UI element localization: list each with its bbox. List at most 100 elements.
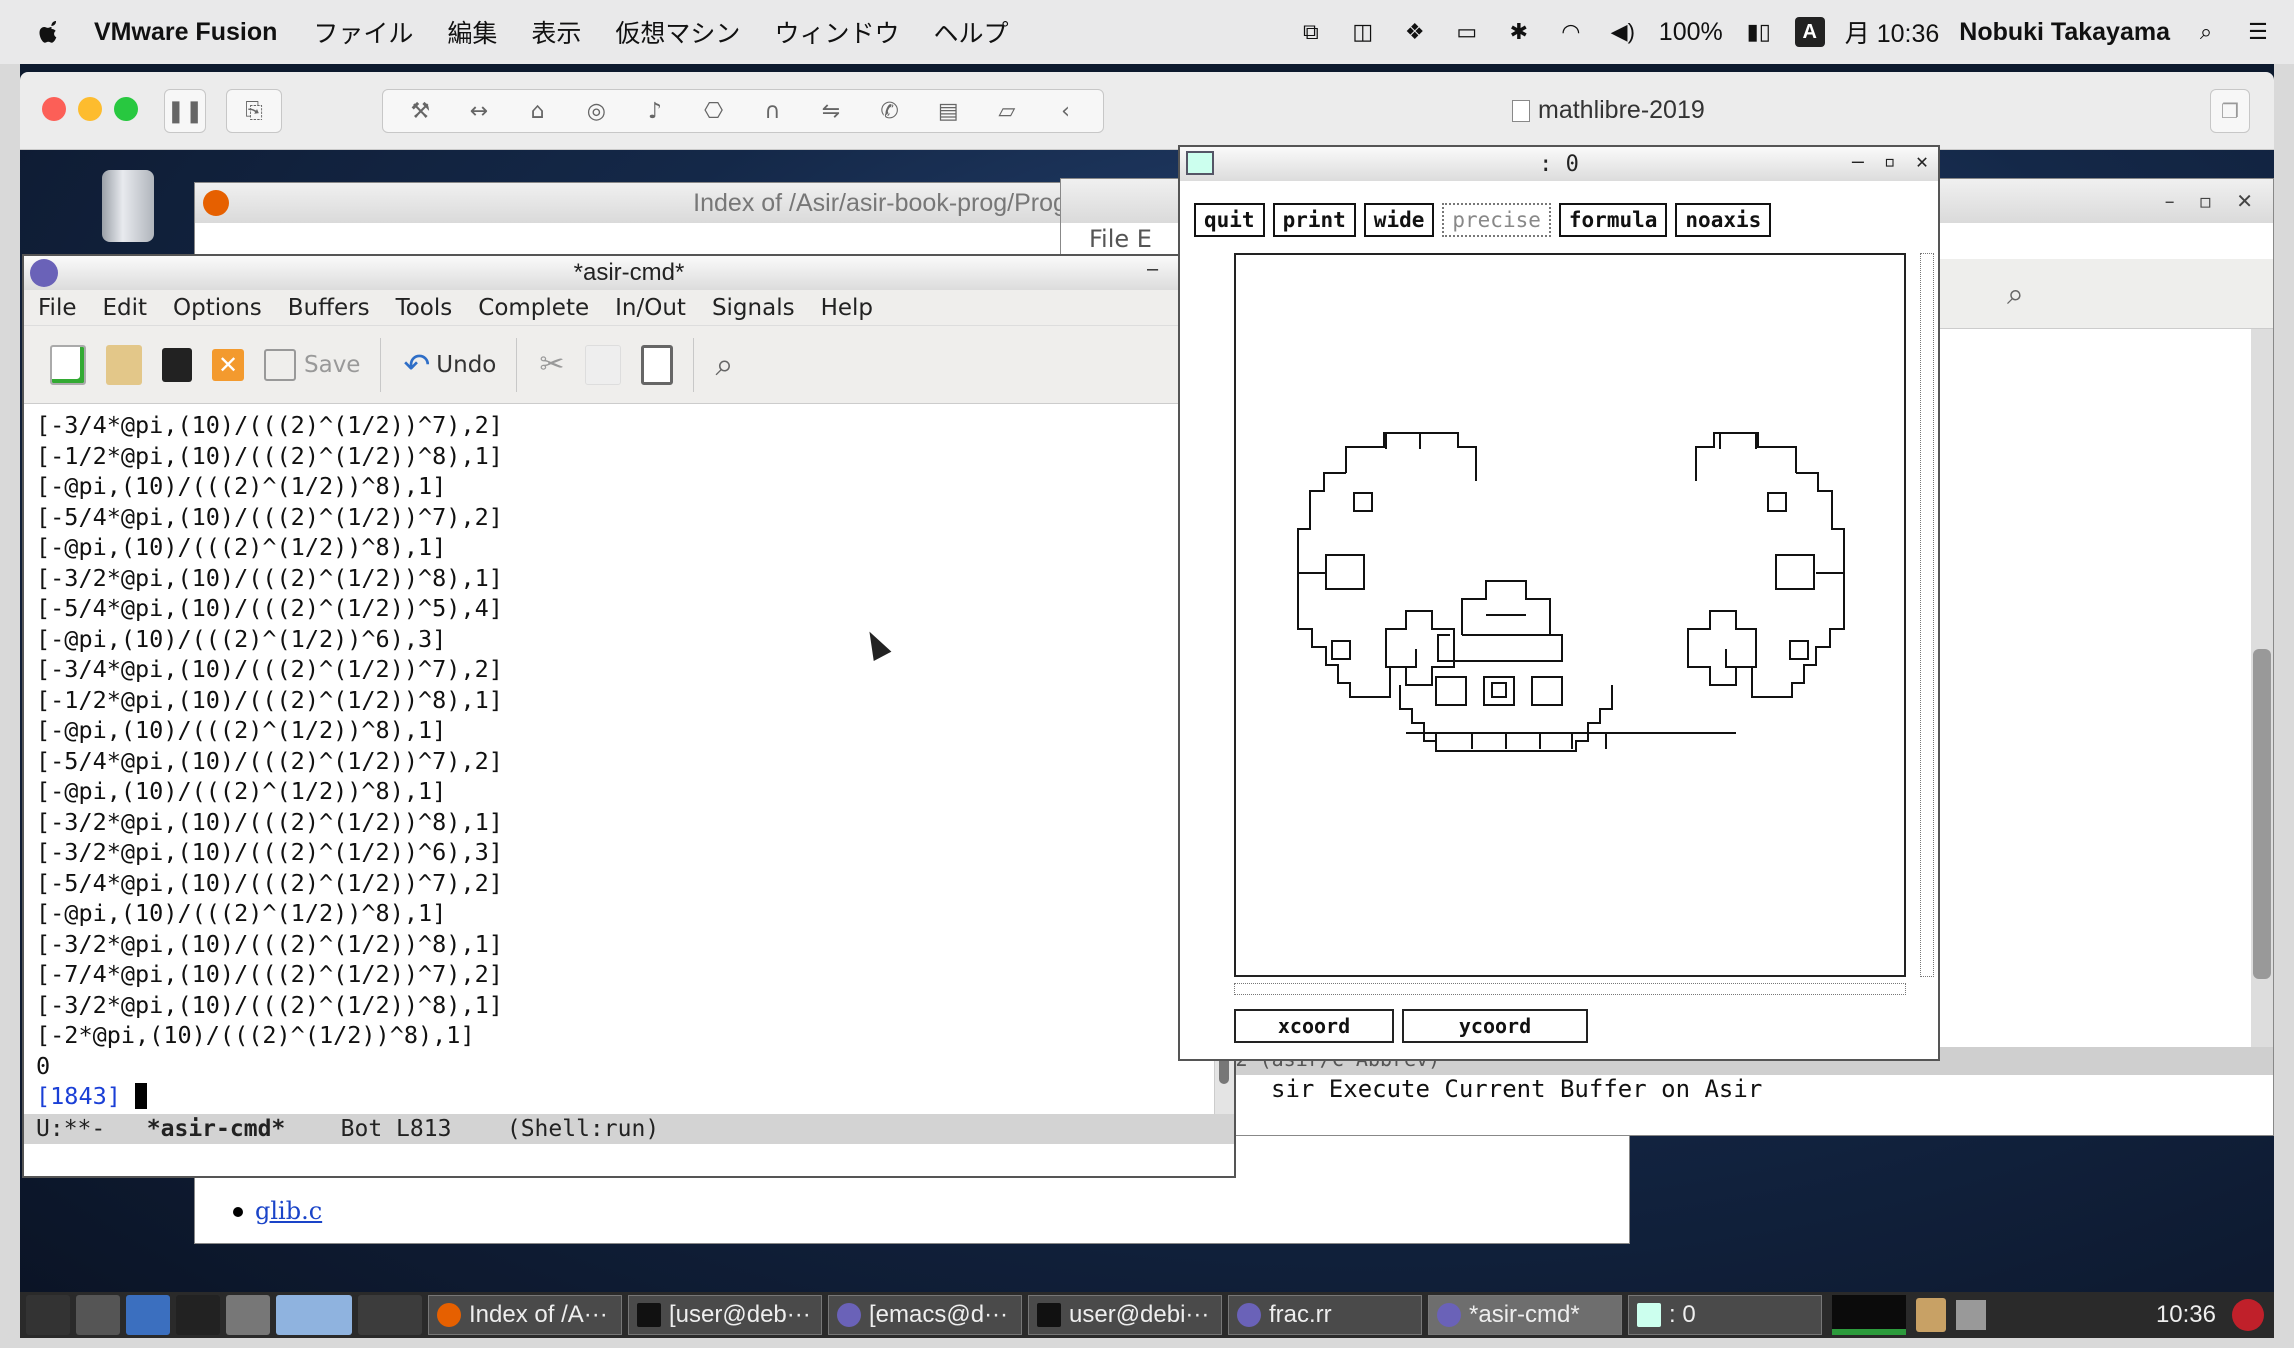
print-button[interactable]: print <box>1272 203 1356 237</box>
printer-icon[interactable]: ▤ <box>933 96 963 126</box>
plot-horizontal-scrollbar[interactable] <box>1234 983 1906 995</box>
copy-button[interactable] <box>584 339 621 391</box>
menu-buffers[interactable]: Buffers <box>288 295 370 321</box>
app-name[interactable]: VMware Fusion <box>94 18 277 47</box>
minimize-icon[interactable]: – <box>1852 149 1864 173</box>
network-icon[interactable] <box>1956 1300 1986 1330</box>
wifi-icon[interactable]: ◠ <box>1555 18 1587 46</box>
plot-canvas[interactable] <box>1234 253 1906 977</box>
close-buffer-button[interactable] <box>162 339 192 391</box>
open-file-button[interactable] <box>106 339 142 391</box>
menu-file[interactable]: File <box>38 295 77 321</box>
minimize-window-button[interactable] <box>78 97 102 121</box>
menu-signals[interactable]: Signals <box>712 295 795 321</box>
workspace-switcher-2[interactable] <box>358 1295 422 1335</box>
taskbar-clock[interactable]: 10:36 <box>2156 1301 2216 1329</box>
emacs-titlebar[interactable]: *asir-cmd* – ▫ ✕ <box>24 256 1234 290</box>
background-emacs-scrollbar[interactable] <box>2251 329 2273 1075</box>
power-icon[interactable] <box>2232 1299 2264 1331</box>
task-frac-rr[interactable]: frac.rr <box>1228 1295 1422 1335</box>
save-button[interactable]: Save <box>264 339 360 391</box>
snapshot-button[interactable]: ⎘ <box>226 89 282 133</box>
wrench-icon[interactable]: ⚒ <box>405 96 435 126</box>
battery-icon[interactable]: ▮▯ <box>1743 18 1775 46</box>
search-button[interactable]: ⌕ <box>716 339 734 391</box>
task-asir-cmd[interactable]: *asir-cmd* <box>1428 1295 1622 1335</box>
task-firefox[interactable]: Index of /A··· <box>428 1295 622 1335</box>
close-window-button[interactable] <box>42 97 66 121</box>
mac-menu-view[interactable]: 表示 <box>531 14 581 50</box>
bluetooth-icon[interactable]: ✱ <box>1503 18 1535 46</box>
scrollbar-thumb[interactable] <box>2253 649 2271 979</box>
wide-button[interactable]: wide <box>1363 203 1435 237</box>
drive-icon[interactable]: ⌂ <box>523 96 553 126</box>
menu-in-out[interactable]: In/Out <box>615 295 686 321</box>
menu-complete[interactable]: Complete <box>478 295 589 321</box>
start-menu-icon[interactable] <box>26 1295 70 1335</box>
quit-button[interactable]: quit <box>1194 203 1265 237</box>
maximize-icon[interactable]: ▫ <box>1884 149 1896 173</box>
noaxis-button[interactable]: noaxis <box>1675 203 1772 237</box>
file-link-glib-c[interactable]: glib.c <box>255 1197 322 1225</box>
terminal-launcher-icon[interactable] <box>176 1295 220 1335</box>
workspace-switcher[interactable] <box>276 1295 352 1335</box>
spotlight-search-icon[interactable]: ⌕ <box>2190 18 2222 46</box>
unity-view-button[interactable]: ❐ <box>2210 89 2250 133</box>
arrows-icon[interactable]: ↔ <box>464 96 494 126</box>
file-manager-launcher-icon[interactable] <box>226 1295 270 1335</box>
search-icon[interactable]: ⌕ <box>2007 277 2024 312</box>
camera-icon[interactable]: ◫ <box>1347 18 1379 46</box>
dropbox-icon[interactable]: ❖ <box>1399 18 1431 46</box>
shared-folder-icon[interactable]: ▱ <box>992 96 1022 126</box>
menu-options[interactable]: Options <box>173 295 262 321</box>
mac-menu-help[interactable]: ヘルプ <box>933 14 1008 50</box>
shell-buffer[interactable]: [-3/4*@pi,(10)/(((2)^(1/2))^7),2] [-1/2*@… <box>24 406 1218 1114</box>
plot-vertical-scrollbar[interactable] <box>1920 253 1934 977</box>
task-terminal[interactable]: [user@deb··· <box>628 1295 822 1335</box>
zoom-window-button[interactable] <box>114 97 138 121</box>
chevron-left-icon[interactable]: ‹ <box>1051 96 1081 126</box>
screen-mirror-icon[interactable]: ⧉ <box>1295 18 1327 46</box>
browser-launcher-icon[interactable] <box>126 1295 170 1335</box>
formula-button[interactable]: formula <box>1558 203 1668 237</box>
usb-icon[interactable]: ⇋ <box>816 96 846 126</box>
show-desktop-icon[interactable] <box>76 1295 120 1335</box>
trash-icon[interactable] <box>102 170 154 242</box>
undo-button[interactable]: ↶ Undo <box>403 339 496 391</box>
close-icon[interactable]: ✕ <box>1916 149 1928 173</box>
sound-icon[interactable]: ♪ <box>640 96 670 126</box>
maximize-icon[interactable]: ▫ <box>2199 189 2213 213</box>
menubar-clock[interactable]: 月 10:36 <box>1845 14 1940 50</box>
menu-tools[interactable]: Tools <box>396 295 453 321</box>
plot-titlebar[interactable]: : 0 – ▫ ✕ <box>1180 147 1938 181</box>
mouse-icon[interactable]: ⎔ <box>699 96 729 126</box>
task-terminal-2[interactable]: user@debi··· <box>1028 1295 1222 1335</box>
suspend-vm-button[interactable]: ❚❚ <box>164 89 206 133</box>
headset-icon[interactable]: ∩ <box>757 96 787 126</box>
menubar-user[interactable]: Nobuki Takayama <box>1959 18 2170 47</box>
paste-button[interactable] <box>640 339 673 391</box>
precise-button[interactable]: precise <box>1442 203 1551 237</box>
minimize-icon[interactable]: – <box>1147 258 1158 283</box>
minimize-icon[interactable]: – <box>2165 189 2175 213</box>
cut-button[interactable]: ✂ <box>539 339 564 391</box>
phone-icon[interactable]: ✆ <box>875 96 905 126</box>
close-icon[interactable]: ✕ <box>2236 189 2253 213</box>
background-emacs-menu[interactable]: File E <box>1089 225 1152 253</box>
menu-help[interactable]: Help <box>821 295 873 321</box>
ycoord-field[interactable]: ycoord <box>1402 1009 1588 1043</box>
menu-edit[interactable]: Edit <box>103 295 148 321</box>
task-emacs[interactable]: [emacs@d··· <box>828 1295 1022 1335</box>
kill-button[interactable]: ✕ <box>212 339 244 391</box>
clipboard-icon[interactable] <box>1916 1298 1946 1332</box>
task-plot[interactable]: : 0 <box>1628 1295 1822 1335</box>
mac-menu-file[interactable]: ファイル <box>313 14 413 50</box>
input-mode-icon[interactable]: A <box>1794 17 1825 47</box>
apple-menu-icon[interactable] <box>36 17 66 47</box>
notification-center-icon[interactable]: ☰ <box>2242 18 2274 46</box>
mac-menu-edit[interactable]: 編集 <box>447 14 497 50</box>
emacs-minibuffer[interactable] <box>24 1144 1234 1176</box>
cd-icon[interactable]: ◎ <box>581 96 611 126</box>
xcoord-field[interactable]: xcoord <box>1234 1009 1394 1043</box>
display-icon[interactable]: ▭ <box>1451 18 1483 46</box>
